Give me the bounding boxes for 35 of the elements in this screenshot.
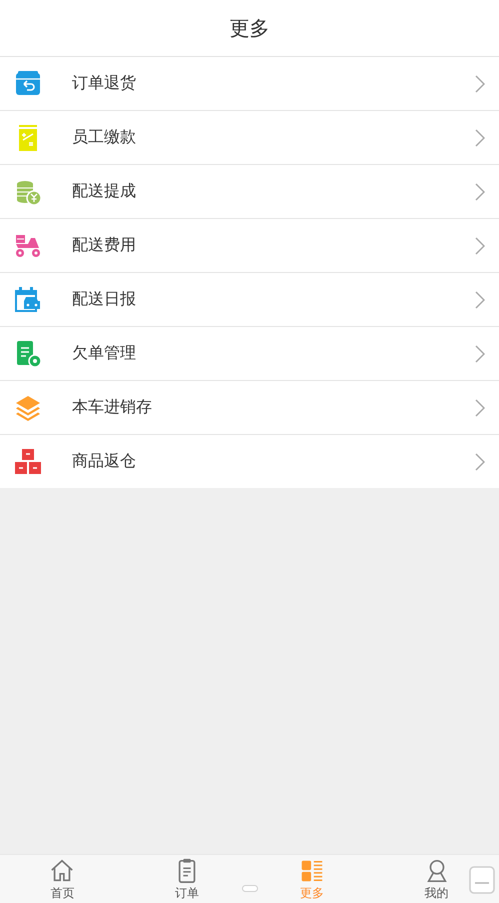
chevron-right-icon	[475, 74, 485, 92]
tab-button[interactable]: 订单	[124, 855, 250, 903]
pill-indicator	[243, 886, 257, 891]
menu-label: 配送日报	[72, 289, 137, 310]
menu-label: 商品返仓	[72, 451, 137, 472]
menu-label: 配送费用	[72, 235, 137, 256]
menu-item[interactable]: 商品返仓	[0, 435, 499, 488]
tab-button[interactable]: 我的	[374, 855, 499, 903]
document-gear-icon	[14, 340, 42, 368]
menu-label: 员工缴款	[72, 127, 137, 148]
page-title: 更多	[230, 14, 270, 42]
floating-square-icon[interactable]	[469, 866, 495, 894]
boxes-icon	[14, 448, 42, 476]
tab-button[interactable]: 首页	[0, 855, 125, 903]
chevron-right-icon	[475, 452, 485, 470]
menu-label: 订单退货	[72, 73, 137, 94]
menu-item[interactable]: 本车进销存	[0, 381, 499, 435]
menu-item[interactable]: 配送日报	[0, 273, 499, 327]
menu-label: 配送提成	[72, 181, 137, 202]
chevron-right-icon	[475, 398, 485, 416]
menu-label: 欠单管理	[72, 343, 137, 364]
return-box-icon	[14, 70, 42, 98]
menu-item[interactable]: 配送费用	[0, 219, 499, 273]
chevron-right-icon	[475, 344, 485, 362]
chevron-right-icon	[475, 182, 485, 200]
menu-item[interactable]: 欠单管理	[0, 327, 499, 381]
chevron-right-icon	[475, 236, 485, 254]
menu-label: 本车进销存	[72, 397, 153, 418]
layers-icon	[14, 394, 42, 422]
calendar-car-icon	[14, 286, 42, 314]
chevron-right-icon	[475, 128, 485, 146]
menu-item[interactable]: 员工缴款	[0, 111, 499, 165]
chevron-right-icon	[475, 290, 485, 308]
menu-item[interactable]: 配送提成	[0, 165, 499, 219]
menu-item[interactable]: 订单退货	[0, 57, 499, 111]
